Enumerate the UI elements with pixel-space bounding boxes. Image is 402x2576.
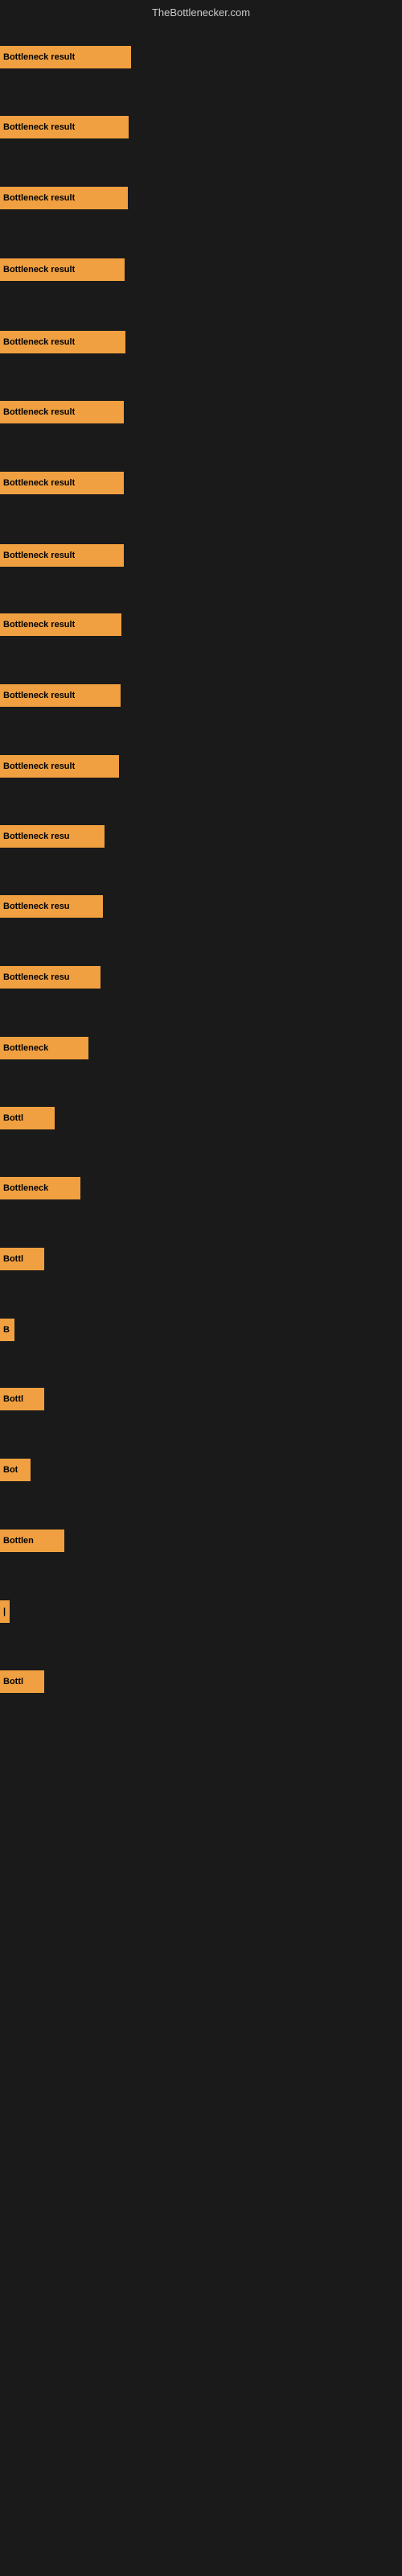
bottleneck-bar-label-17: Bottleneck [3,1183,48,1193]
bottleneck-bar-1: Bottleneck result [0,46,131,68]
site-title: TheBottlenecker.com [0,6,402,19]
bottleneck-bar-label-8: Bottleneck result [3,551,75,560]
bottleneck-bar-label-19: B [3,1325,10,1335]
bottleneck-bar-label-11: Bottleneck result [3,762,75,771]
bottleneck-bar-18: Bottl [0,1248,44,1270]
bottleneck-bar-label-6: Bottleneck result [3,407,75,417]
bottleneck-bar-15: Bottleneck [0,1037,88,1059]
bottleneck-bar-label-7: Bottleneck result [3,478,75,488]
bottleneck-bar-label-15: Bottleneck [3,1043,48,1053]
bottleneck-bar-14: Bottleneck resu [0,966,100,989]
bottleneck-bar-11: Bottleneck result [0,755,119,778]
bottleneck-bar-12: Bottleneck resu [0,825,105,848]
bottleneck-bar-label-14: Bottleneck resu [3,972,70,982]
bottleneck-bar-17: Bottleneck [0,1177,80,1199]
bottleneck-bar-label-23: | [3,1607,6,1616]
bottleneck-bar-24: Bottl [0,1670,44,1693]
bottleneck-bar-16: Bottl [0,1107,55,1129]
bottleneck-bar-6: Bottleneck result [0,401,124,423]
bottleneck-bar-label-4: Bottleneck result [3,265,75,275]
bottleneck-bar-10: Bottleneck result [0,684,121,707]
bottleneck-bar-label-13: Bottleneck resu [3,902,70,911]
bottleneck-bar-label-9: Bottleneck result [3,620,75,630]
bottleneck-bar-label-18: Bottl [3,1254,23,1264]
bottleneck-bar-label-21: Bot [3,1465,18,1475]
bottleneck-bar-22: Bottlen [0,1530,64,1552]
bottleneck-bar-19: B [0,1319,14,1341]
bottleneck-bar-9: Bottleneck result [0,613,121,636]
bottleneck-bar-2: Bottleneck result [0,116,129,138]
bottleneck-bar-label-3: Bottleneck result [3,193,75,203]
bottleneck-bar-label-24: Bottl [3,1677,23,1686]
bottleneck-bar-13: Bottleneck resu [0,895,103,918]
bottleneck-bar-3: Bottleneck result [0,187,128,209]
bottleneck-bar-20: Bottl [0,1388,44,1410]
bottleneck-bar-label-16: Bottl [3,1113,23,1123]
bottleneck-bar-8: Bottleneck result [0,544,124,567]
bottleneck-bar-label-10: Bottleneck result [3,691,75,700]
bottleneck-bar-label-2: Bottleneck result [3,122,75,132]
bottleneck-bar-7: Bottleneck result [0,472,124,494]
bottleneck-bar-label-1: Bottleneck result [3,52,75,62]
bottleneck-bar-23: | [0,1600,10,1623]
bottleneck-bar-label-12: Bottleneck resu [3,832,70,841]
bottleneck-bar-label-5: Bottleneck result [3,337,75,347]
bottleneck-bar-label-22: Bottlen [3,1536,34,1546]
bottleneck-bar-21: Bot [0,1459,31,1481]
bottleneck-bar-5: Bottleneck result [0,331,125,353]
bottleneck-bar-4: Bottleneck result [0,258,125,281]
bottleneck-bar-label-20: Bottl [3,1394,23,1404]
